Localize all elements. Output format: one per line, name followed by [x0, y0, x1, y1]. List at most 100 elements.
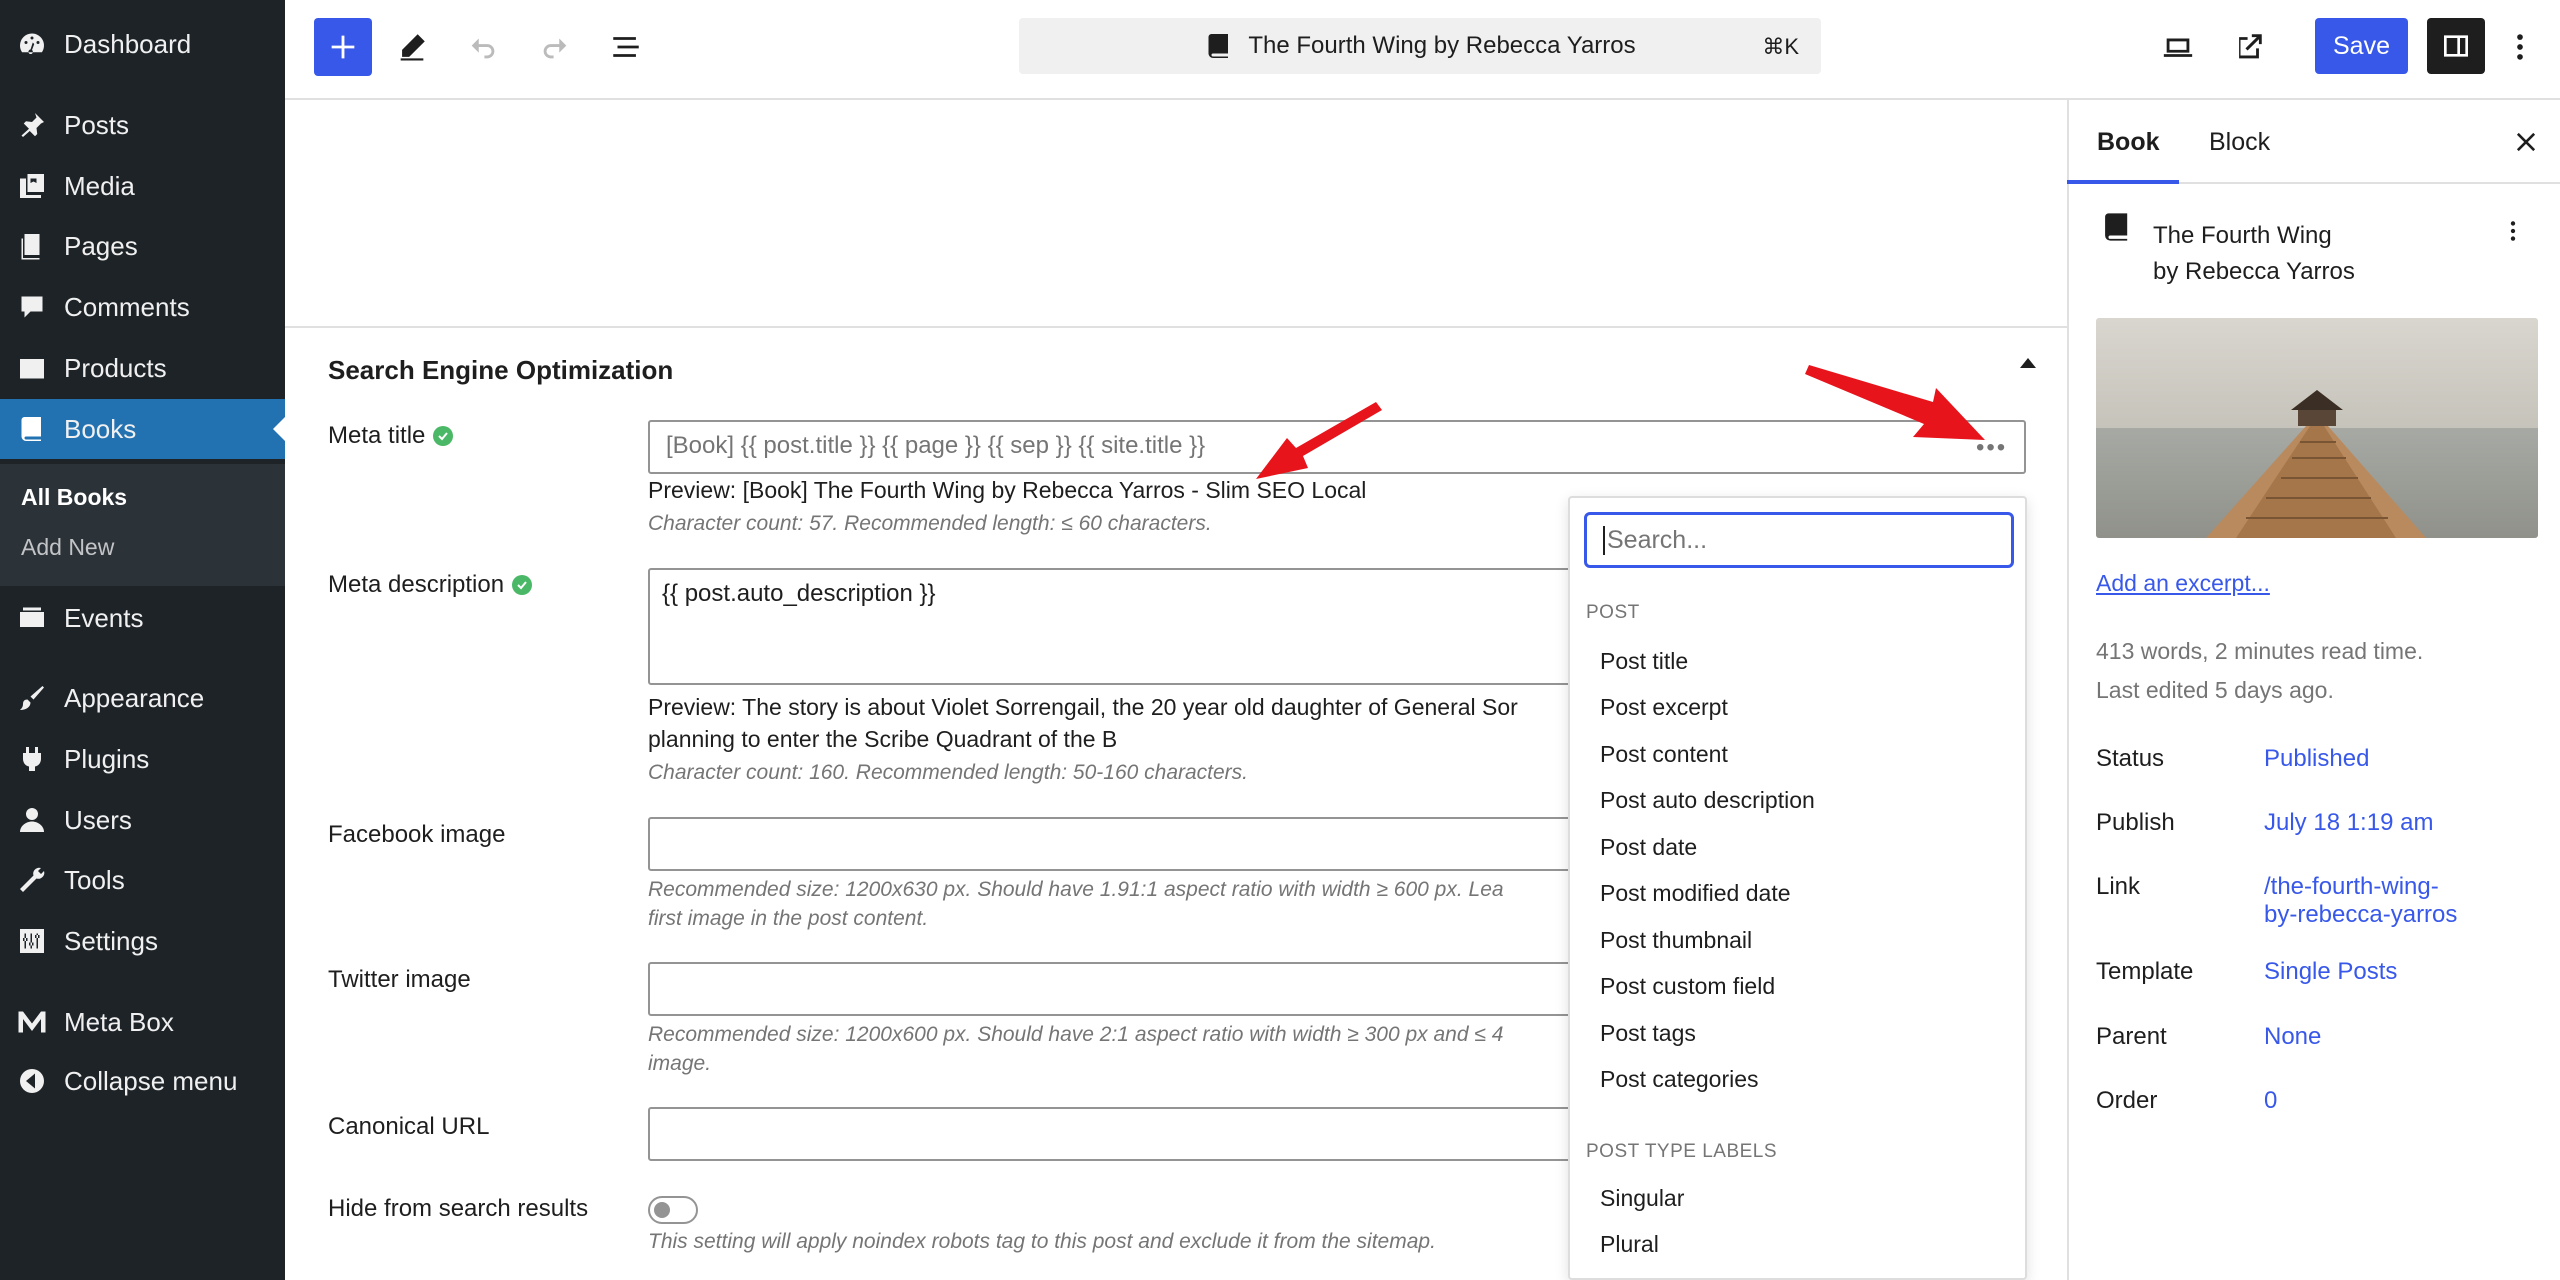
book-icon — [2100, 210, 2134, 249]
menu-label: Appearance — [64, 682, 205, 713]
paintbrush-icon — [0, 683, 64, 713]
status-value[interactable]: Published — [2264, 745, 2369, 773]
redo-button[interactable] — [526, 18, 584, 76]
menu-events[interactable]: Events — [0, 588, 285, 648]
menu-appearance[interactable]: Appearance — [0, 668, 285, 728]
insert-variable-button[interactable]: ••• — [1976, 434, 2007, 462]
add-block-button[interactable] — [314, 18, 372, 76]
desktop-icon — [2163, 38, 2193, 57]
dropdown-item[interactable]: Post title — [1600, 648, 1688, 675]
dropdown-item[interactable]: Post custom field — [1600, 973, 1775, 1000]
publish-date-value[interactable]: July 18 1:19 am — [2264, 809, 2433, 837]
dropdown-item[interactable]: Post auto description — [1600, 787, 1815, 814]
menu-label: Comments — [64, 291, 190, 322]
close-icon — [2516, 132, 2536, 152]
submenu-add-new[interactable]: Add New — [21, 534, 114, 561]
dropdown-item[interactable]: Post thumbnail — [1600, 927, 1752, 954]
dashboard-icon — [0, 29, 64, 59]
twitter-image-input[interactable] — [648, 962, 1573, 1016]
variable-dropdown: Search... Post Post title Post excerpt P… — [1568, 496, 2027, 1280]
meta-description-textarea[interactable]: {{ post.auto_description }} — [648, 568, 1573, 685]
hide-from-search-toggle[interactable] — [648, 1196, 698, 1224]
menu-media[interactable]: Media — [0, 156, 285, 216]
undo-button[interactable] — [454, 18, 512, 76]
meta-title-label: Meta title — [328, 422, 454, 450]
dropdown-group-post-type-labels: Post type labels — [1586, 1141, 1778, 1162]
menu-posts[interactable]: Posts — [0, 95, 285, 155]
menu-products[interactable]: Products — [0, 338, 285, 398]
menu-users[interactable]: Users — [0, 790, 285, 850]
post-title-line1: The Fourth Wing — [2153, 222, 2332, 249]
meta-title-input[interactable]: [Book] {{ post.title }} {{ page }} {{ se… — [648, 420, 2026, 474]
dropdown-item[interactable]: Post date — [1600, 834, 1697, 861]
options-button[interactable] — [2491, 18, 2549, 76]
menu-label: Pages — [64, 230, 138, 261]
active-tab-indicator — [2067, 180, 2179, 184]
status-label: Status — [2096, 745, 2165, 772]
dropdown-item[interactable]: Post modified date — [1600, 880, 1791, 907]
featured-image[interactable] — [2096, 318, 2538, 538]
menu-label: Products — [64, 352, 167, 383]
permalink-line1: /the-fourth-wing- — [2264, 873, 2439, 900]
facebook-image-hint-line1: Recommended size: 1200x630 px. Should ha… — [648, 878, 1504, 901]
tab-block[interactable]: Block — [2209, 128, 2270, 157]
user-icon — [0, 805, 64, 835]
dropdown-group-post: Post — [1586, 602, 1640, 623]
permalink-line2: by-rebecca-yarros — [2264, 901, 2458, 928]
twitter-image-label: Twitter image — [328, 966, 471, 993]
menu-label: Users — [64, 804, 132, 835]
twitter-image-hint-line1: Recommended size: 1200x600 px. Should ha… — [648, 1023, 1504, 1046]
editor-toolbar: The Fourth Wing by Rebecca Yarros ⌘K Sav… — [285, 0, 2560, 100]
menu-tools[interactable]: Tools — [0, 850, 285, 910]
canonical-url-input[interactable] — [648, 1107, 1573, 1161]
meta-title-hint: Character count: 57. Recommended length:… — [648, 512, 1212, 535]
add-excerpt-link[interactable]: Add an excerpt... — [2096, 570, 2270, 597]
book-icon — [1204, 31, 1234, 61]
post-summary-title: The Fourth Wing by Rebecca Yarros — [2153, 218, 2355, 290]
menu-books[interactable]: Books — [0, 399, 285, 459]
parent-value[interactable]: None — [2264, 1023, 2321, 1051]
dropdown-item[interactable]: Singular — [1600, 1185, 1684, 1212]
order-value[interactable]: 0 — [2264, 1087, 2277, 1115]
menu-settings[interactable]: Settings — [0, 911, 285, 971]
post-title-line2: by Rebecca Yarros — [2153, 258, 2355, 285]
preview-button[interactable] — [2149, 18, 2207, 76]
list-view-button[interactable] — [597, 18, 655, 76]
document-bar[interactable]: The Fourth Wing by Rebecca Yarros ⌘K — [1019, 18, 1821, 74]
label-text: Meta description — [328, 571, 505, 598]
metabox-logo-icon — [0, 1007, 64, 1037]
variable-search-input[interactable]: Search... — [1584, 512, 2014, 568]
menu-collapse[interactable]: Collapse menu — [0, 1051, 285, 1111]
tab-book[interactable]: Book — [2097, 128, 2160, 157]
pages-icon — [0, 231, 64, 261]
collapse-caret-icon[interactable] — [2020, 358, 2036, 368]
meta-description-preview-line1: Preview: The story is about Violet Sorre… — [648, 694, 1518, 720]
menu-plugins[interactable]: Plugins — [0, 729, 285, 789]
settings-toggle-button[interactable] — [2427, 18, 2485, 74]
permalink-value[interactable]: /the-fourth-wing- by-rebecca-yarros — [2264, 873, 2457, 929]
wrench-icon — [0, 865, 64, 895]
dropdown-item[interactable]: Plural — [1600, 1231, 1659, 1258]
products-icon — [0, 353, 64, 383]
close-sidebar-button[interactable] — [2512, 128, 2540, 161]
post-actions-button[interactable] — [2500, 216, 2526, 251]
menu-pages[interactable]: Pages — [0, 216, 285, 276]
facebook-image-input[interactable] — [648, 817, 1573, 871]
menu-meta-box[interactable]: Meta Box — [0, 992, 285, 1052]
books-submenu: All Books Add New — [0, 464, 285, 586]
submenu-all-books[interactable]: All Books — [21, 484, 127, 511]
dropdown-item[interactable]: Post content — [1600, 741, 1728, 768]
tools-button[interactable] — [383, 18, 441, 76]
dropdown-item[interactable]: Post categories — [1600, 1066, 1759, 1093]
dropdown-item[interactable]: Post tags — [1600, 1020, 1696, 1047]
menu-dashboard[interactable]: Dashboard — [0, 14, 285, 74]
check-icon — [512, 575, 533, 595]
dropdown-item[interactable]: Post excerpt — [1600, 694, 1728, 721]
meta-description-value: {{ post.auto_description }} — [662, 580, 936, 607]
content-area[interactable] — [285, 100, 2067, 328]
save-button[interactable]: Save — [2315, 18, 2408, 74]
view-post-button[interactable] — [2220, 18, 2278, 76]
menu-comments[interactable]: Comments — [0, 277, 285, 337]
template-value[interactable]: Single Posts — [2264, 958, 2397, 986]
events-icon — [0, 603, 64, 633]
